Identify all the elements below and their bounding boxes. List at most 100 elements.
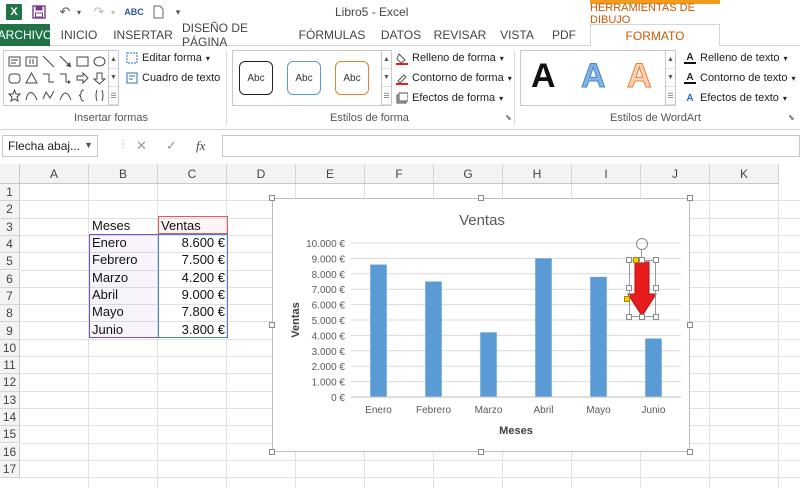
tab-insertar[interactable]: INSERTAR [112,24,174,46]
chart-resize-handle[interactable] [269,322,275,328]
table-cell-month[interactable]: Junio [89,321,159,338]
wordart-blue[interactable]: A [581,57,607,96]
shape-adjust-handle[interactable] [624,296,630,302]
triangle-shape-icon[interactable] [23,70,39,86]
save-icon[interactable] [30,3,48,21]
table-cell-sales[interactable]: 7.500 € [158,251,228,268]
row-header[interactable]: 2 [0,201,20,219]
rectangle-shape-icon[interactable] [74,53,90,69]
column-header[interactable]: F [365,164,434,184]
row-header[interactable]: 4 [0,235,20,254]
dialog-launcher-icon[interactable]: ⬊ [788,113,795,122]
column-header[interactable]: H [503,164,572,184]
scroll-up-icon[interactable]: ▲ [382,51,391,69]
table-cell-month[interactable]: Abril [89,286,159,303]
redo-icon[interactable]: ↷ [90,3,108,21]
row-header[interactable]: 14 [0,408,20,427]
elbow-connector-shape-icon[interactable] [40,70,56,86]
wordart-orange[interactable]: A [627,57,653,96]
shape-styles-scroll[interactable]: ▲ ▼ ☰ [381,51,391,105]
row-header[interactable]: 10 [0,339,20,357]
column-header[interactable]: J [641,164,710,184]
elbow-arrow-shape-icon[interactable] [57,70,73,86]
shape-resize-handle[interactable] [653,257,659,263]
row-header[interactable]: 7 [0,287,20,306]
chart-resize-handle[interactable] [478,449,484,455]
row-header[interactable]: 11 [0,357,20,375]
chart-resize-handle[interactable] [687,449,693,455]
text-effects-button[interactable]: A Efectos de texto ▾ [684,92,787,104]
shape-effects-button[interactable]: Efectos de forma ▾ [396,92,503,104]
shape-resize-handle[interactable] [626,314,632,320]
row-header[interactable]: 13 [0,391,20,409]
row-header[interactable]: 16 [0,443,20,461]
more-icon[interactable]: ☰ [666,87,675,105]
shapes-gallery[interactable]: ▲ ▼ ☰ [3,50,119,106]
row-header[interactable]: 9 [0,322,20,340]
formula-input[interactable] [222,135,800,157]
chart-resize-handle[interactable] [687,322,693,328]
cell-B3[interactable]: Meses [89,217,159,234]
dialog-launcher-icon[interactable]: ⬊ [505,113,512,122]
text-outline-button[interactable]: A Contorno de texto ▾ [684,72,795,84]
text-box-shape-icon[interactable] [6,53,22,69]
chart-resize-handle[interactable] [687,195,693,201]
spelling-icon[interactable]: ABC [124,3,144,21]
table-cell-month[interactable]: Mayo [89,303,159,320]
column-header[interactable]: I [572,164,641,184]
undo-icon[interactable]: ↶ [56,3,74,21]
chart-resize-handle[interactable] [269,195,275,201]
undo-dropdown-icon[interactable]: ▾ [74,3,84,21]
table-cell-sales[interactable]: 3.800 € [158,321,228,338]
insert-function-icon[interactable]: fx [196,138,205,154]
scroll-down-icon[interactable]: ▼ [382,69,391,87]
tab-formato[interactable]: FORMATO [590,24,720,47]
row-header[interactable]: 8 [0,305,20,323]
table-cell-month[interactable]: Enero [89,234,159,251]
tab-vista[interactable]: VISTA [496,24,538,46]
chart-area[interactable]: 0 € 1.000 € 2.000 € 3.000 € 4.000 € 5.000 € 6.… [272,198,690,452]
curve-shape-icon[interactable] [23,87,39,103]
shape-styles-gallery[interactable]: Abc Abc Abc ▲ ▼ ☰ [232,50,392,106]
shape-resize-handle[interactable] [626,285,632,291]
shape-style-orange[interactable]: Abc [335,61,369,95]
wordart-scroll[interactable]: ▲ ▼ ☰ [665,51,675,105]
row-header[interactable]: 3 [0,218,20,236]
row-header[interactable]: 5 [0,253,20,271]
wordart-styles-gallery[interactable]: A A A ▲ ▼ ☰ [520,50,676,106]
shape-fill-button[interactable]: Relleno de forma ▾ [396,52,504,65]
resize-grip-icon[interactable]: ⋮ [118,139,128,150]
tab-datos[interactable]: DATOS [378,24,424,46]
arrow-line-shape-icon[interactable] [57,53,73,69]
tab-pdf[interactable]: PDF [546,24,582,46]
row-header[interactable]: 12 [0,374,20,392]
column-header[interactable]: A [20,164,89,184]
row-header[interactable]: 1 [0,184,20,202]
column-header[interactable]: G [434,164,503,184]
table-cell-sales[interactable]: 4.200 € [158,269,228,286]
text-box-button[interactable]: Cuadro de texto [126,72,220,84]
customize-qat-icon[interactable]: ▾ [172,3,184,21]
redo-dropdown-icon[interactable]: ▾ [108,3,118,21]
line-shape-icon[interactable] [40,53,56,69]
scroll-down-icon[interactable]: ▼ [666,69,675,87]
column-header[interactable]: C [158,164,227,184]
scroll-up-icon[interactable]: ▲ [109,51,118,69]
scroll-down-icon[interactable]: ▼ [109,69,118,87]
column-header[interactable]: B [89,164,158,184]
shape-style-blue[interactable]: Abc [287,61,321,95]
star-shape-icon[interactable] [6,87,22,103]
new-document-icon[interactable] [150,3,166,21]
shape-outline-button[interactable]: Contorno de forma ▾ [396,72,512,85]
tab-archivo[interactable]: ARCHIVO [0,24,52,46]
shape-adjust-handle[interactable] [633,257,639,263]
cancel-icon[interactable]: ✕ [136,138,147,154]
wordart-black[interactable]: A [531,57,556,96]
excel-app-icon[interactable]: X [6,4,22,20]
row-header[interactable]: 15 [0,426,20,444]
shapes-gallery-scroll[interactable]: ▲ ▼ ☰ [108,51,118,105]
column-header[interactable]: K [710,164,779,184]
brace-shape-icon[interactable] [74,87,90,103]
column-header[interactable]: E [296,164,365,184]
shape-resize-handle[interactable] [639,314,645,320]
